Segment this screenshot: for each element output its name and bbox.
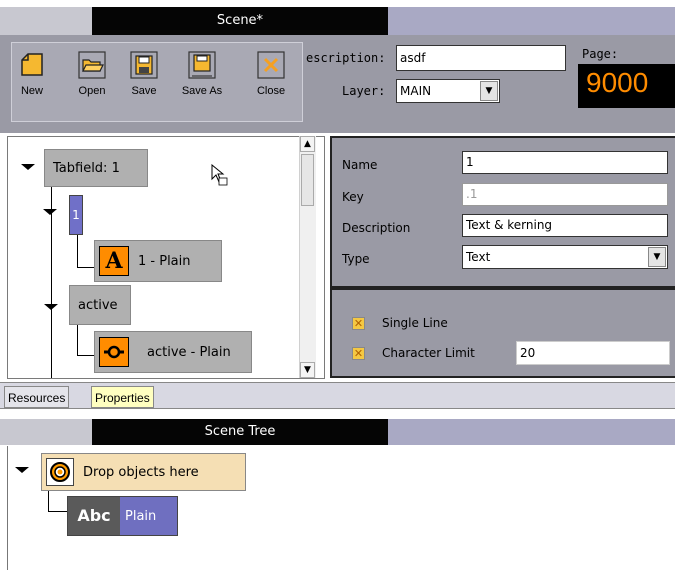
layer-value: MAIN <box>400 84 432 98</box>
plain-label: Plain <box>125 508 157 524</box>
type-select[interactable]: Text ▼ <box>462 245 668 269</box>
close-button[interactable]: Close <box>255 51 287 97</box>
file-toolbar: New Open Save Save As Close <box>11 42 303 122</box>
tab-properties[interactable]: Properties <box>91 386 154 408</box>
name-input[interactable]: 1 <box>462 151 668 174</box>
tree-connector <box>48 491 49 511</box>
open-label: Open <box>78 85 106 97</box>
expand-arrow-icon[interactable] <box>15 467 29 473</box>
target-icon <box>46 458 74 486</box>
abc-label: Abc <box>77 506 111 525</box>
type-value: Text <box>466 250 491 264</box>
toggle-object-icon <box>99 337 129 367</box>
tree-node-active-plain[interactable]: active - Plain <box>94 331 252 373</box>
layer-select[interactable]: MAIN ▼ <box>396 79 500 103</box>
scene-tree-title: Scene Tree <box>92 419 388 445</box>
expand-arrow-icon[interactable] <box>43 209 57 215</box>
tree-node-active-plain-label: active - Plain <box>147 344 231 360</box>
close-x-icon <box>257 51 285 79</box>
expand-arrow-icon[interactable] <box>44 304 58 310</box>
name-label: Name <box>342 158 378 172</box>
scroll-down-icon[interactable]: ▼ <box>300 362 315 378</box>
layer-label: Layer: <box>342 84 386 98</box>
save-disk-icon <box>130 51 158 79</box>
description-input[interactable]: asdf <box>396 45 566 71</box>
single-line-checkbox[interactable]: ✕ <box>352 317 365 330</box>
character-limit-input[interactable]: 20 <box>516 341 670 365</box>
mouse-cursor-icon <box>211 163 229 190</box>
scene-tree-panel: Drop objects here Abc Plain <box>7 446 675 570</box>
titlebar-right-fill <box>388 7 675 35</box>
close-label: Close <box>256 85 286 97</box>
tree-node-1-plain-label: 1 - Plain <box>138 253 191 269</box>
save-as-button[interactable]: Save As <box>180 51 224 97</box>
character-limit-checkbox[interactable]: ✕ <box>352 347 365 360</box>
tree-connector <box>77 235 78 267</box>
new-button[interactable]: New <box>18 51 46 97</box>
dropdown-arrow-icon[interactable]: ▼ <box>480 81 498 101</box>
tree-node-1-plain[interactable]: A 1 - Plain <box>94 240 222 282</box>
description-label: escription: <box>306 51 386 65</box>
properties-panel: Name 1 Key .1 Description Text & kerning… <box>330 136 675 288</box>
plain-text-node[interactable]: Abc Plain <box>67 496 178 536</box>
text-options-panel: ✕ Single Line ✕ Character Limit 20 <box>330 288 675 378</box>
drop-target-node[interactable]: Drop objects here <box>41 453 246 491</box>
description-prop-label: Description <box>342 221 411 235</box>
folder-open-icon <box>78 51 106 79</box>
character-limit-label: Character Limit <box>382 346 475 360</box>
scene-tree-titlebar: Scene Tree <box>0 419 675 445</box>
new-label: New <box>20 85 43 97</box>
tree-node-tabfield-label: Tabfield: 1 <box>53 160 120 176</box>
scene-titlebar: Scene* <box>0 7 675 35</box>
page-value: 9000 <box>586 67 649 98</box>
text-object-icon: A <box>99 246 129 276</box>
type-label: Type <box>342 252 370 266</box>
open-button[interactable]: Open <box>77 51 107 97</box>
page-display[interactable]: 9000 <box>578 64 675 108</box>
page-label: Page: <box>582 47 619 61</box>
scene-tree-titlebar-right-fill <box>388 419 675 445</box>
new-icon <box>18 51 46 79</box>
tree-node-1-label: 1 <box>72 208 80 222</box>
save-button[interactable]: Save <box>129 51 159 97</box>
key-input: .1 <box>462 183 668 206</box>
save-label: Save <box>131 85 157 97</box>
tree-node-active[interactable]: active <box>69 285 131 325</box>
scene-title: Scene* <box>92 7 388 35</box>
single-line-label: Single Line <box>382 316 448 330</box>
scroll-up-icon[interactable]: ▲ <box>300 136 315 152</box>
tree-connector <box>77 325 78 355</box>
drop-objects-label: Drop objects here <box>83 464 199 480</box>
save-as-icon <box>188 51 216 79</box>
tree-node-1[interactable]: 1 <box>69 195 83 235</box>
dropdown-arrow-icon[interactable]: ▼ <box>648 247 666 267</box>
expand-arrow-icon[interactable] <box>21 164 35 170</box>
panel-tab-bar: Resources Properties <box>0 382 675 409</box>
tree-connector <box>77 267 94 268</box>
key-label: Key <box>342 190 364 204</box>
tree-connector <box>48 511 67 512</box>
object-tree-panel: Tabfield: 1 1 A 1 - Plain active active … <box>7 136 325 379</box>
tree-node-active-label: active <box>78 297 118 313</box>
abc-text-icon: Abc <box>68 497 120 535</box>
tree-node-tabfield[interactable]: Tabfield: 1 <box>44 149 148 187</box>
tree-connector <box>51 187 52 378</box>
save-as-label: Save As <box>181 85 223 97</box>
tree-connector <box>77 355 94 356</box>
text-icon-letter: A <box>105 248 123 274</box>
tree-scrollbar[interactable]: ▲ ▼ <box>299 136 316 378</box>
description-prop-input[interactable]: Text & kerning <box>462 214 668 237</box>
scroll-thumb[interactable] <box>301 154 314 206</box>
tab-resources[interactable]: Resources <box>4 386 70 408</box>
